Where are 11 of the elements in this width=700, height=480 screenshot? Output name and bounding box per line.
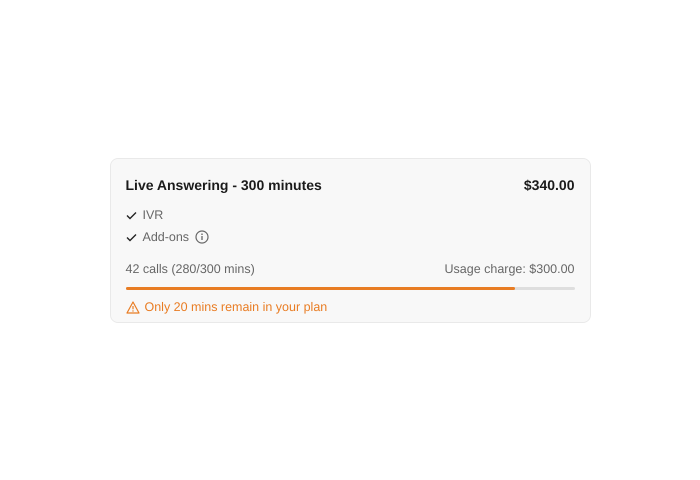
plan-price: $340.00 [524,176,574,195]
check-icon [126,210,136,220]
feature-label: IVR [142,206,164,224]
info-icon[interactable] [195,230,210,244]
usage-charge: Usage charge: $300.00 [444,261,574,278]
plan-title: Live Answering - 300 minutes [126,176,322,195]
feature-label: Add-ons [142,228,190,246]
warning-message: Only 20 mins remain in your plan [144,298,328,316]
check-icon [126,232,136,242]
warning-icon [126,300,140,314]
usage-calls: 42 calls (280/300 mins) [126,261,255,278]
